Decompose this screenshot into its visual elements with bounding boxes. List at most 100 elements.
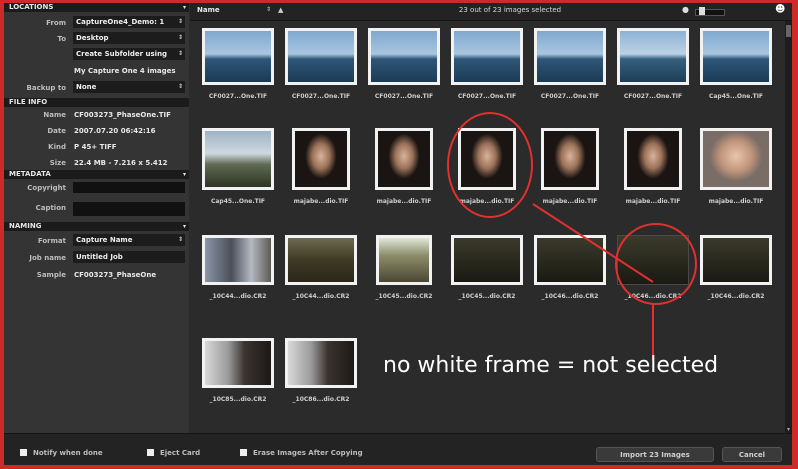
erase-images-checkbox[interactable] (240, 449, 247, 456)
thumbnail-caption: _10C85...dio.CR2 (209, 396, 267, 403)
import-dialog: LOCATIONS ▾ From CaptureOne4_Demo: 1 ⇕ T… (4, 3, 792, 465)
thumbnail-cell[interactable]: majabe...dio.TIF (613, 118, 693, 213)
sample-value: CF003273_PhaseOne (74, 271, 157, 279)
thumbnail-cell[interactable]: CF0027...One.TIF (364, 25, 444, 120)
thumbnail-caption: majabe...dio.TIF (708, 198, 764, 205)
thumbnail-image[interactable] (700, 235, 772, 285)
thumbnail-image[interactable] (541, 128, 599, 190)
import-button[interactable]: Import 23 Images (596, 447, 714, 462)
thumbnail-cell[interactable]: CF0027...One.TIF (530, 25, 610, 120)
thumbnail-image[interactable] (700, 28, 772, 85)
kind-value: P 45+ TIFF (74, 143, 117, 151)
thumbnail-image[interactable] (451, 28, 523, 85)
thumbnail-image[interactable] (285, 235, 357, 285)
thumbnail-caption: _10C46...dio.CR2 (707, 293, 765, 300)
from-select[interactable]: CaptureOne4_Demo: 1 ⇕ (73, 16, 185, 28)
scroll-down-icon[interactable]: ▾ (785, 426, 792, 433)
thumbnail-cell[interactable]: _10C46...dio.CR2 (696, 225, 776, 320)
thumbnail-cell[interactable]: _10C46...dio.CR2 (613, 225, 693, 320)
stepper-icon: ⇕ (177, 83, 183, 90)
job-name-value: Untitled Job (76, 253, 123, 261)
thumbnail-image[interactable] (458, 128, 516, 190)
thumbnail-image[interactable] (202, 128, 274, 190)
naming-section-header[interactable]: NAMING ▾ (4, 222, 189, 231)
thumbnail-cell[interactable]: _10C86...dio.CR2 (281, 328, 361, 423)
size-value: 22.4 MB - 7.216 x 5.412 (74, 159, 168, 167)
notify-checkbox[interactable] (20, 449, 27, 456)
backup-select[interactable]: None ⇕ (73, 81, 185, 93)
thumbnail-cell[interactable]: _10C45...dio.CR2 (447, 225, 527, 320)
thumbnail-cell[interactable]: CF0027...One.TIF (281, 25, 361, 120)
thumbnail-image[interactable] (534, 235, 606, 285)
sort-direction-icon[interactable]: ▲ (278, 6, 283, 14)
from-label: From (46, 19, 66, 27)
thumbnail-image[interactable] (285, 338, 357, 388)
collapse-icon[interactable]: ▾ (183, 222, 186, 231)
thumbnail-cell[interactable]: majabe...dio.TIF (530, 118, 610, 213)
person-icon: ● (682, 5, 689, 14)
job-name-field[interactable]: Untitled Job (73, 251, 185, 263)
thumbnail-image[interactable] (624, 128, 682, 190)
to-value: Desktop (76, 34, 109, 42)
thumbnail-image[interactable] (451, 235, 523, 285)
name-label: Name (43, 111, 66, 119)
thumbnail-cell[interactable]: _10C44...dio.CR2 (198, 225, 278, 320)
thumbnail-image[interactable] (292, 128, 350, 190)
thumbnail-caption: majabe...dio.TIF (376, 198, 432, 205)
thumbnail-cell[interactable]: _10C85...dio.CR2 (198, 328, 278, 423)
thumbnail-image[interactable] (285, 28, 357, 85)
thumbnail-cell[interactable]: majabe...dio.TIF (696, 118, 776, 213)
thumbnail-cell[interactable]: _10C44...dio.CR2 (281, 225, 361, 320)
metadata-title: METADATA (9, 170, 51, 178)
thumbnail-cell[interactable]: CF0027...One.TIF (447, 25, 527, 120)
thumbnail-image[interactable] (202, 28, 274, 85)
thumbnail-cell[interactable]: CF0027...One.TIF (613, 25, 693, 120)
caption-field[interactable] (73, 202, 185, 216)
stepper-icon[interactable]: ⇕ (266, 6, 271, 13)
subfolder-select[interactable]: Create Subfolder using ⇕ (73, 48, 185, 60)
thumbnail-caption: CF0027...One.TIF (623, 93, 683, 100)
thumbnail-image[interactable] (376, 235, 432, 285)
thumbnail-cell[interactable]: _10C46...dio.CR2 (530, 225, 610, 320)
eject-card-checkbox[interactable] (147, 449, 154, 456)
thumbnail-cell[interactable]: _10C45...dio.CR2 (364, 225, 444, 320)
thumbnail-caption: Cap45...One.TIF (708, 93, 764, 100)
thumbnail-image[interactable] (375, 128, 433, 190)
backup-label: Backup to (26, 84, 66, 92)
thumbnail-cell[interactable]: Cap45...One.TIF (198, 118, 278, 213)
to-select[interactable]: Desktop ⇕ (73, 32, 185, 44)
sort-select[interactable]: Name (197, 6, 220, 14)
cancel-button[interactable]: Cancel (722, 447, 782, 462)
locations-section-header[interactable]: LOCATIONS ▾ (4, 3, 189, 12)
thumbnail-cell[interactable]: majabe...dio.TIF (447, 118, 527, 213)
eject-card-label: Eject Card (160, 449, 201, 457)
thumbnail-image[interactable] (202, 235, 274, 285)
thumbnail-image[interactable] (700, 128, 772, 190)
thumbnail-image[interactable] (368, 28, 440, 85)
scrollbar-thumb[interactable] (786, 25, 791, 37)
thumbnail-image[interactable] (617, 235, 689, 285)
copyright-field[interactable] (73, 182, 185, 193)
thumbnail-image[interactable] (617, 28, 689, 85)
user-icon[interactable]: ☻ (775, 4, 785, 15)
thumbnail-cell[interactable]: CF0027...One.TIF (198, 25, 278, 120)
metadata-section-header[interactable]: METADATA ▾ (4, 170, 189, 179)
thumbnail-cell[interactable]: majabe...dio.TIF (364, 118, 444, 213)
format-select[interactable]: Capture Name ⇕ (73, 234, 185, 246)
thumbnail-cell[interactable]: Cap45...One.TIF (696, 25, 776, 120)
collapse-icon[interactable]: ▾ (183, 170, 186, 179)
thumbnail-caption: majabe...dio.TIF (293, 198, 349, 205)
thumbnail-image[interactable] (202, 338, 274, 388)
file-info-section-header[interactable]: FILE INFO (4, 98, 189, 107)
thumbnail-caption: _10C45...dio.CR2 (458, 293, 516, 300)
collapse-icon[interactable]: ▾ (183, 3, 186, 12)
size-label: Size (49, 159, 66, 167)
thumbnail-caption: CF0027...One.TIF (208, 93, 268, 100)
from-value: CaptureOne4_Demo: 1 (76, 18, 165, 26)
thumbnail-cell[interactable]: majabe...dio.TIF (281, 118, 361, 213)
thumbnail-image[interactable] (534, 28, 606, 85)
job-name-label: Job name (29, 254, 66, 262)
annotation-text: no white frame = not selected (383, 353, 719, 378)
thumbnail-caption: _10C44...dio.CR2 (292, 293, 350, 300)
slider-knob[interactable] (699, 7, 705, 15)
